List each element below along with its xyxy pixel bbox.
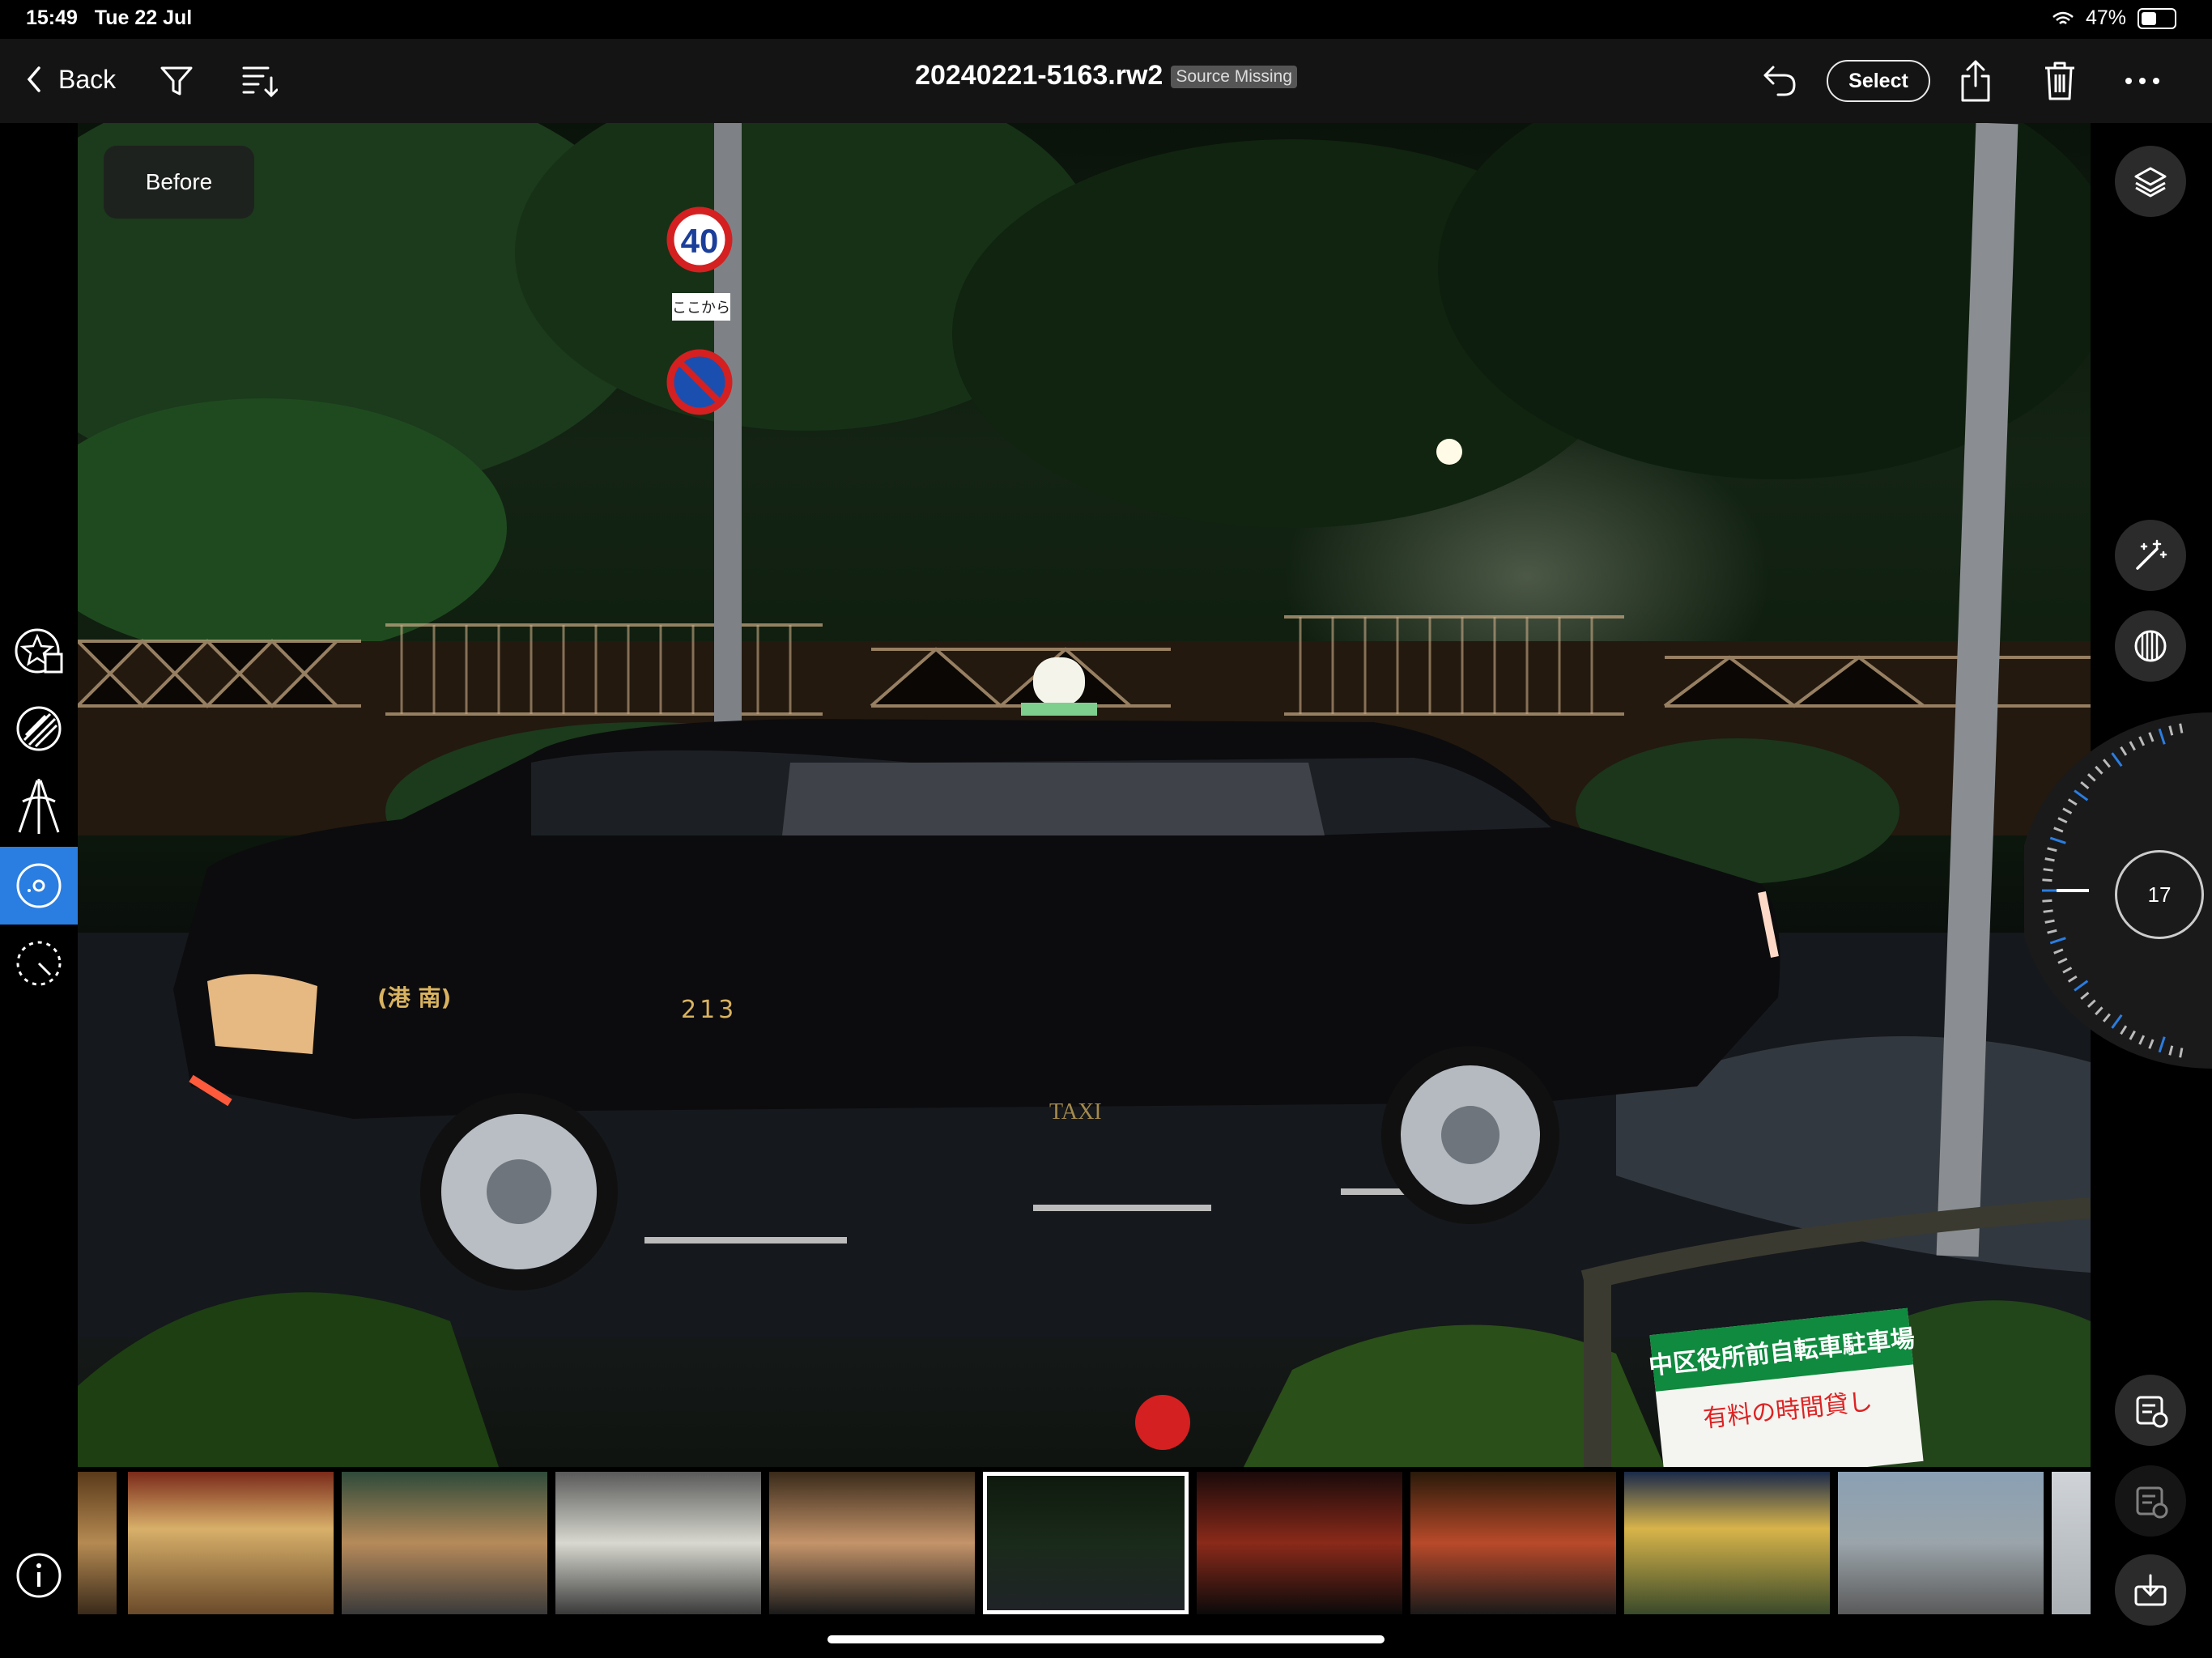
home-indicator [827, 1635, 1385, 1643]
taxi-word-text: TAXI [1049, 1099, 1102, 1124]
taxi-number-text: 213 [681, 996, 737, 1024]
layers-icon [2134, 167, 2167, 198]
mask-icon [2134, 630, 2167, 662]
photo-scene: 40 ここから (港 南) 213 TAXI 中区役所前自転車駐車場 有料の時間… [78, 123, 2091, 1467]
light-tool[interactable] [8, 698, 70, 759]
geometry-tool[interactable] [8, 776, 70, 837]
filmstrip-thumb[interactable] [342, 1472, 547, 1614]
undo-button[interactable] [1755, 57, 1804, 105]
export-icon [2134, 1574, 2167, 1606]
layers-button[interactable] [2115, 146, 2186, 217]
filmstrip-thumb[interactable] [555, 1472, 761, 1614]
export-button[interactable] [2115, 1554, 2186, 1626]
filmstrip-thumb[interactable] [1838, 1472, 2044, 1614]
dial-value: 17 [2147, 882, 2172, 907]
select-button[interactable]: Select [1827, 60, 1930, 102]
before-label: Before [145, 169, 213, 194]
versions-icon [2136, 1486, 2168, 1519]
status-indicators: 47% [2052, 6, 2176, 30]
battery-icon [2138, 7, 2176, 29]
presets-icon [15, 628, 63, 674]
color-icon [16, 863, 62, 908]
speed-limit-text: 40 [681, 222, 719, 260]
photo-canvas[interactable]: 40 ここから (港 南) 213 TAXI 中区役所前自転車駐車場 有料の時間… [78, 123, 2091, 1467]
taxi-name-text: (港 南) [377, 984, 451, 1011]
dial-tick [2042, 878, 2052, 882]
dial-tick [2042, 899, 2052, 903]
sign-small-text: ここから [672, 300, 730, 317]
trash-icon [2045, 62, 2074, 100]
status-bar: 15:49 Tue 22 Jul 47% [0, 0, 2212, 39]
share-button[interactable] [1951, 55, 2000, 107]
compare-button[interactable] [2115, 1375, 2186, 1446]
more-icon [2125, 78, 2159, 84]
geometry-icon [18, 779, 60, 834]
light-icon [16, 706, 62, 751]
presets-tool[interactable] [8, 620, 70, 682]
info-button[interactable] [8, 1545, 70, 1606]
share-icon [1961, 60, 1990, 102]
info-icon [16, 1553, 62, 1598]
more-button[interactable] [2116, 58, 2168, 104]
versions-button[interactable] [2115, 1465, 2186, 1537]
filmstrip-thumb[interactable] [769, 1472, 975, 1614]
dial-tick [2043, 909, 2053, 913]
battery-fill [2142, 11, 2156, 25]
filmstrip-thumb[interactable] [78, 1472, 117, 1614]
status-time: 15:49 Tue 22 Jul [26, 6, 193, 29]
filmstrip-thumb[interactable] [2052, 1472, 2091, 1614]
undo-icon [1763, 66, 1796, 96]
color-tool[interactable] [8, 855, 70, 916]
selective-tool[interactable] [8, 933, 70, 994]
before-button[interactable]: Before [104, 146, 254, 219]
magic-wand-icon [2136, 539, 2167, 570]
compare-icon [2136, 1396, 2168, 1428]
dial-value-ring[interactable]: 17 [2115, 850, 2204, 939]
filmstrip-thumb[interactable] [128, 1472, 334, 1614]
filmstrip[interactable] [78, 1472, 2091, 1614]
battery-percent: 47% [2085, 6, 2126, 29]
filmstrip-thumb-selected[interactable] [983, 1472, 1189, 1614]
dial-tick [2043, 868, 2053, 872]
source-missing-badge: Source Missing [1171, 66, 1297, 89]
auto-adjust-button[interactable] [2115, 520, 2186, 591]
filmstrip-thumb[interactable] [1197, 1472, 1402, 1614]
filmstrip-thumb[interactable] [1624, 1472, 1830, 1614]
mask-button[interactable] [2115, 610, 2186, 682]
file-name: 20240221-5163.rw2 [915, 60, 1163, 91]
wifi-icon [2052, 11, 2074, 24]
delete-button[interactable] [2035, 55, 2084, 107]
selective-icon [16, 941, 62, 986]
filmstrip-thumb[interactable] [1410, 1472, 1616, 1614]
select-label: Select [1848, 69, 1908, 92]
